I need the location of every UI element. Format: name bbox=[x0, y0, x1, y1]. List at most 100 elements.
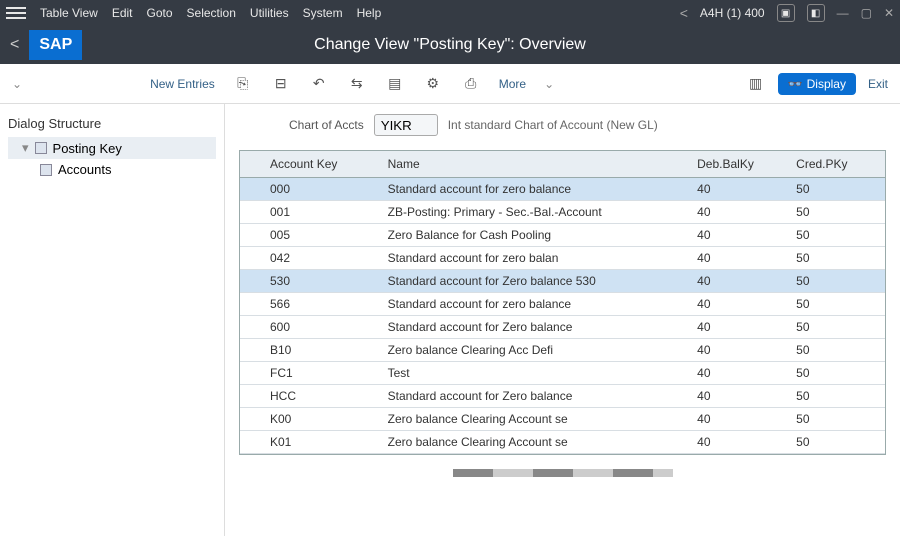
table-row[interactable]: K00Zero balance Clearing Account se4050 bbox=[240, 408, 885, 431]
cell-credit-key[interactable]: 50 bbox=[786, 293, 885, 316]
cell-debit-key[interactable]: 40 bbox=[687, 339, 786, 362]
back-icon[interactable]: < bbox=[0, 36, 29, 54]
row-selector[interactable] bbox=[240, 339, 260, 362]
cell-debit-key[interactable]: 40 bbox=[687, 270, 786, 293]
cell-debit-key[interactable]: 40 bbox=[687, 293, 786, 316]
cell-debit-key[interactable]: 40 bbox=[687, 201, 786, 224]
session-icon[interactable]: ▣ bbox=[777, 4, 795, 22]
cell-account-key[interactable]: 000 bbox=[260, 178, 378, 201]
exit-button[interactable]: Exit bbox=[868, 77, 888, 91]
cell-account-key[interactable]: 042 bbox=[260, 247, 378, 270]
cell-account-key[interactable]: 005 bbox=[260, 224, 378, 247]
posting-key-table[interactable]: Account Key Name Deb.BalKy Cred.PKy 000 S… bbox=[239, 150, 886, 455]
cell-credit-key[interactable]: 50 bbox=[786, 431, 885, 454]
col-select[interactable] bbox=[240, 151, 260, 178]
col-account-key[interactable]: Account Key bbox=[260, 151, 378, 178]
print-icon[interactable]: ⎙ bbox=[461, 74, 481, 94]
undo-icon[interactable]: ↶ bbox=[309, 74, 329, 94]
row-selector[interactable] bbox=[240, 431, 260, 454]
cell-credit-key[interactable]: 50 bbox=[786, 224, 885, 247]
restore-icon[interactable]: ▢ bbox=[861, 6, 872, 20]
table-row[interactable]: 566Standard account for zero balance4050 bbox=[240, 293, 885, 316]
menu-edit[interactable]: Edit bbox=[112, 6, 133, 20]
cell-account-key[interactable]: K00 bbox=[260, 408, 378, 431]
table-row[interactable]: FC1Test4050 bbox=[240, 362, 885, 385]
row-selector[interactable] bbox=[240, 293, 260, 316]
cell-account-key[interactable]: 530 bbox=[260, 270, 378, 293]
cell-account-key[interactable]: 600 bbox=[260, 316, 378, 339]
minimize-icon[interactable]: — bbox=[837, 6, 849, 20]
hamburger-icon[interactable] bbox=[6, 7, 26, 19]
cell-debit-key[interactable]: 40 bbox=[687, 362, 786, 385]
col-debit-key[interactable]: Deb.BalKy bbox=[687, 151, 786, 178]
table-row[interactable]: 001ZB-Posting: Primary - Sec.-Bal.-Accou… bbox=[240, 201, 885, 224]
cell-account-key[interactable]: 566 bbox=[260, 293, 378, 316]
cell-debit-key[interactable]: 40 bbox=[687, 316, 786, 339]
cell-credit-key[interactable]: 50 bbox=[786, 385, 885, 408]
menu-goto[interactable]: Goto bbox=[147, 6, 173, 20]
cell-name[interactable]: Test bbox=[378, 362, 688, 385]
sidebar-item-posting-key[interactable]: ▾ Posting Key bbox=[8, 137, 216, 159]
chevron-down-icon[interactable]: ⌄ bbox=[544, 77, 554, 91]
select-all-icon[interactable]: ⇆ bbox=[347, 74, 367, 94]
cell-debit-key[interactable]: 40 bbox=[687, 178, 786, 201]
col-name[interactable]: Name bbox=[378, 151, 688, 178]
cell-credit-key[interactable]: 50 bbox=[786, 316, 885, 339]
cell-name[interactable]: Standard account for Zero balance 530 bbox=[378, 270, 688, 293]
cell-credit-key[interactable]: 50 bbox=[786, 247, 885, 270]
new-entries-button[interactable]: New Entries bbox=[40, 77, 215, 91]
chart-of-accts-input[interactable] bbox=[374, 114, 438, 136]
table-row[interactable]: 600Standard account for Zero balance4050 bbox=[240, 316, 885, 339]
delete-icon[interactable]: ⊟ bbox=[271, 74, 291, 94]
notify-icon[interactable]: ◧ bbox=[807, 4, 825, 22]
row-selector[interactable] bbox=[240, 224, 260, 247]
table-row[interactable]: 005Zero Balance for Cash Pooling4050 bbox=[240, 224, 885, 247]
table-row[interactable]: K01Zero balance Clearing Account se4050 bbox=[240, 431, 885, 454]
cell-debit-key[interactable]: 40 bbox=[687, 224, 786, 247]
copy-icon[interactable]: ⎘ bbox=[233, 74, 253, 94]
cell-credit-key[interactable]: 50 bbox=[786, 270, 885, 293]
table-row[interactable]: 042Standard account for zero balan4050 bbox=[240, 247, 885, 270]
col-credit-key[interactable]: Cred.PKy bbox=[786, 151, 885, 178]
sidebar-item-accounts[interactable]: Accounts bbox=[8, 159, 216, 180]
row-selector[interactable] bbox=[240, 178, 260, 201]
cell-debit-key[interactable]: 40 bbox=[687, 385, 786, 408]
cell-credit-key[interactable]: 50 bbox=[786, 178, 885, 201]
menu-utilities[interactable]: Utilities bbox=[250, 6, 289, 20]
menu-help[interactable]: Help bbox=[357, 6, 382, 20]
cell-account-key[interactable]: HCC bbox=[260, 385, 378, 408]
row-selector[interactable] bbox=[240, 408, 260, 431]
menu-system[interactable]: System bbox=[303, 6, 343, 20]
table-row[interactable]: 530Standard account for Zero balance 530… bbox=[240, 270, 885, 293]
cell-name[interactable]: ZB-Posting: Primary - Sec.-Bal.-Account bbox=[378, 201, 688, 224]
deselect-icon[interactable]: ▤ bbox=[385, 74, 405, 94]
cell-credit-key[interactable]: 50 bbox=[786, 362, 885, 385]
row-selector[interactable] bbox=[240, 247, 260, 270]
cell-name[interactable]: Zero balance Clearing Account se bbox=[378, 431, 688, 454]
dropdown-icon[interactable]: ⌄ bbox=[12, 77, 22, 91]
cell-name[interactable]: Standard account for Zero balance bbox=[378, 316, 688, 339]
cell-account-key[interactable]: K01 bbox=[260, 431, 378, 454]
cell-account-key[interactable]: B10 bbox=[260, 339, 378, 362]
display-button[interactable]: 👓 Display bbox=[778, 73, 856, 95]
menu-selection[interactable]: Selection bbox=[187, 6, 236, 20]
table-row[interactable]: B10Zero balance Clearing Acc Defi4050 bbox=[240, 339, 885, 362]
cell-name[interactable]: Zero balance Clearing Account se bbox=[378, 408, 688, 431]
horizontal-scrollbar[interactable] bbox=[453, 469, 673, 477]
config-icon[interactable]: ⚙ bbox=[423, 74, 443, 94]
row-selector[interactable] bbox=[240, 385, 260, 408]
cell-credit-key[interactable]: 50 bbox=[786, 408, 885, 431]
cell-debit-key[interactable]: 40 bbox=[687, 247, 786, 270]
tree-toggle-icon[interactable]: ▾ bbox=[22, 140, 29, 156]
table-row[interactable]: HCCStandard account for Zero balance4050 bbox=[240, 385, 885, 408]
close-icon[interactable]: ✕ bbox=[884, 6, 894, 20]
row-selector[interactable] bbox=[240, 201, 260, 224]
row-selector[interactable] bbox=[240, 316, 260, 339]
search-icon[interactable]: < bbox=[680, 5, 688, 21]
cell-name[interactable]: Standard account for zero balan bbox=[378, 247, 688, 270]
cell-name[interactable]: Zero Balance for Cash Pooling bbox=[378, 224, 688, 247]
layout-icon[interactable]: ▥ bbox=[746, 74, 766, 94]
cell-name[interactable]: Standard account for zero balance bbox=[378, 293, 688, 316]
cell-account-key[interactable]: FC1 bbox=[260, 362, 378, 385]
row-selector[interactable] bbox=[240, 362, 260, 385]
